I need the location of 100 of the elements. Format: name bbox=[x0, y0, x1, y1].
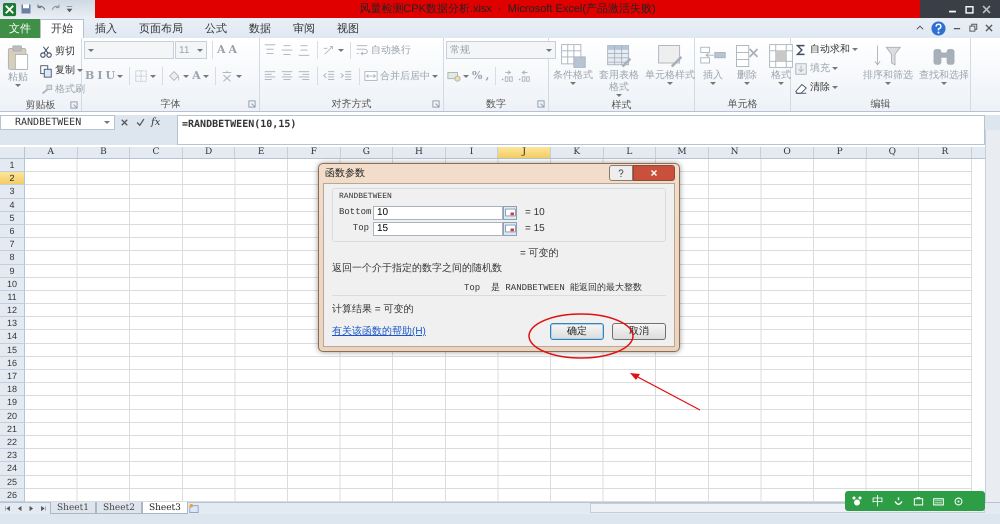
row-header[interactable]: 12 bbox=[0, 304, 25, 318]
row-header[interactable]: 22 bbox=[0, 436, 25, 450]
row-header[interactable]: 1 bbox=[0, 159, 25, 172]
restore-icon[interactable] bbox=[968, 23, 978, 33]
range-select-button[interactable] bbox=[503, 222, 517, 236]
column-header[interactable]: M bbox=[656, 147, 709, 158]
customize-icon[interactable] bbox=[65, 4, 74, 14]
row-header[interactable]: 9 bbox=[0, 264, 25, 278]
row-header[interactable]: 8 bbox=[0, 251, 25, 264]
argument-input[interactable]: 10 bbox=[373, 206, 503, 220]
ribbon-tab[interactable]: 公式 bbox=[194, 19, 238, 38]
column-header[interactable]: P bbox=[814, 147, 866, 158]
row-header[interactable]: 23 bbox=[0, 449, 25, 462]
paw-icon[interactable] bbox=[851, 495, 863, 507]
ribbon-tab[interactable]: 数据 bbox=[238, 19, 282, 38]
format-cells-icon bbox=[767, 42, 795, 70]
argument-label: Top bbox=[352, 222, 369, 235]
row-header[interactable]: 4 bbox=[0, 198, 25, 212]
row-header[interactable]: 2 bbox=[0, 172, 25, 186]
ribbon-button[interactable]: 复制 bbox=[38, 62, 86, 79]
ribbon-tab[interactable]: 视图 bbox=[326, 19, 370, 38]
delete-cells-icon bbox=[733, 42, 761, 70]
window-title: 风量检测CPK数据分析.xlsx - Microsoft Excel(产品激活失败) bbox=[95, 0, 920, 18]
column-header[interactable]: O bbox=[761, 147, 814, 158]
toolbox-icon[interactable] bbox=[913, 496, 924, 506]
column-header[interactable]: A bbox=[25, 147, 78, 158]
row-header[interactable]: 18 bbox=[0, 383, 25, 396]
range-select-button[interactable] bbox=[503, 206, 517, 220]
row-header[interactable]: 17 bbox=[0, 370, 25, 384]
close-button[interactable] bbox=[633, 165, 675, 182]
argument-input[interactable]: 15 bbox=[373, 222, 503, 236]
row-header[interactable]: 13 bbox=[0, 317, 25, 330]
row-header[interactable]: 19 bbox=[0, 396, 25, 410]
excel-logo-icon[interactable] bbox=[2, 2, 17, 16]
column-header[interactable]: Q bbox=[866, 147, 920, 158]
close-icon[interactable] bbox=[981, 4, 992, 14]
next-sheet-icon[interactable] bbox=[28, 504, 35, 512]
save-icon[interactable] bbox=[20, 3, 32, 15]
ribbon-tab[interactable]: 插入 bbox=[84, 19, 128, 38]
ribbon-tab[interactable]: 页面布局 bbox=[128, 19, 194, 38]
row-header[interactable]: 15 bbox=[0, 344, 25, 357]
formula-input[interactable]: =RANDBETWEEN(10,15) bbox=[177, 115, 985, 145]
caret-icon bbox=[197, 48, 203, 52]
close-icon[interactable] bbox=[984, 23, 994, 33]
restore-icon[interactable] bbox=[964, 4, 975, 14]
row-header[interactable]: 3 bbox=[0, 185, 25, 199]
column-header[interactable]: H bbox=[393, 147, 446, 158]
column-header[interactable]: N bbox=[708, 147, 762, 158]
help-link[interactable]: 有关该函数的帮助(H) bbox=[332, 324, 426, 339]
first-sheet-icon[interactable] bbox=[4, 504, 11, 512]
previous-sheet-icon[interactable] bbox=[16, 504, 23, 512]
row-header[interactable]: 10 bbox=[0, 278, 25, 291]
keyboard-icon[interactable] bbox=[933, 496, 944, 506]
row-header[interactable]: 21 bbox=[0, 422, 25, 436]
last-sheet-icon[interactable] bbox=[40, 504, 47, 512]
vertical-scrollbar[interactable] bbox=[985, 130, 1000, 502]
launcher-icon[interactable] bbox=[70, 101, 78, 109]
column-header[interactable]: C bbox=[130, 147, 183, 158]
column-header[interactable]: J bbox=[498, 147, 551, 158]
ribbon-tab[interactable]: 文件 bbox=[0, 19, 40, 38]
punctuation-icon[interactable] bbox=[893, 496, 904, 506]
row-header[interactable]: 14 bbox=[0, 330, 25, 344]
launcher-icon[interactable] bbox=[432, 100, 440, 108]
sheet-tab[interactable]: Sheet2 bbox=[96, 502, 142, 514]
insert-function-button[interactable]: fx bbox=[151, 115, 160, 130]
column-header[interactable]: K bbox=[550, 147, 604, 158]
row-header[interactable]: 6 bbox=[0, 224, 25, 238]
increase-indent-icon bbox=[339, 69, 353, 83]
column-header[interactable]: G bbox=[340, 147, 394, 158]
column-header[interactable]: R bbox=[919, 147, 972, 158]
sheet-tab[interactable]: Sheet1 bbox=[50, 502, 96, 514]
sheet-tab[interactable]: Sheet3 bbox=[142, 502, 188, 514]
row-header[interactable]: 26 bbox=[0, 488, 25, 502]
row-header[interactable]: 24 bbox=[0, 462, 25, 476]
group-label: 数字 bbox=[486, 98, 506, 112]
column-header[interactable]: L bbox=[604, 147, 656, 158]
row-header[interactable]: 16 bbox=[0, 356, 25, 370]
ribbon-tab[interactable]: 开始 bbox=[40, 19, 84, 38]
column-header[interactable]: D bbox=[182, 147, 236, 158]
cancel-icon[interactable] bbox=[119, 117, 130, 128]
ribbon-button[interactable]: 剪切 bbox=[38, 43, 86, 60]
row-header[interactable]: 7 bbox=[0, 238, 25, 252]
row-header[interactable]: 20 bbox=[0, 410, 25, 423]
row-header[interactable]: 25 bbox=[0, 476, 25, 489]
launcher-icon[interactable] bbox=[537, 100, 545, 108]
column-header[interactable]: E bbox=[235, 147, 288, 158]
help-icon[interactable] bbox=[931, 20, 946, 36]
column-header[interactable]: F bbox=[288, 147, 341, 158]
increase-decimal-icon bbox=[500, 69, 514, 83]
ok-button[interactable]: 确定 bbox=[550, 323, 604, 340]
help-button[interactable] bbox=[609, 165, 633, 182]
name-box[interactable]: RANDBETWEEN bbox=[0, 115, 115, 130]
row-header[interactable]: 11 bbox=[0, 290, 25, 304]
row-header[interactable]: 5 bbox=[0, 212, 25, 225]
ribbon-tab[interactable]: 审阅 bbox=[282, 19, 326, 38]
settings-icon[interactable] bbox=[953, 496, 964, 506]
new-sheet-icon[interactable] bbox=[188, 502, 200, 514]
launcher-icon[interactable] bbox=[248, 100, 256, 108]
check-icon[interactable] bbox=[135, 117, 146, 128]
column-header[interactable]: B bbox=[78, 147, 130, 158]
